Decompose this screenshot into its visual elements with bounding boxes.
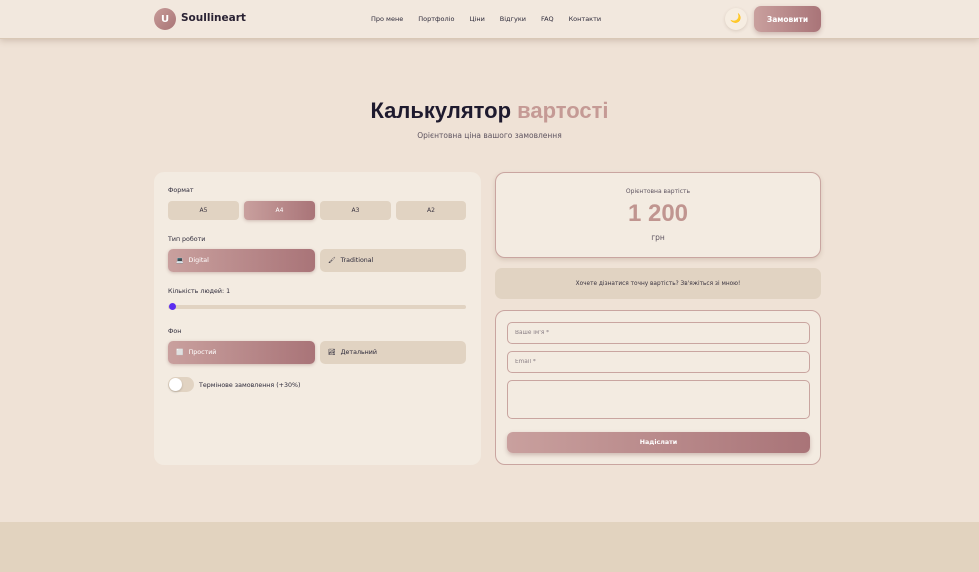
people-count-label: Кількість людей: 1 — [168, 288, 231, 295]
price-unit: грн — [651, 233, 665, 242]
logo-badge[interactable]: U — [154, 8, 176, 30]
people-slider-thumb[interactable] — [169, 303, 176, 310]
message-textarea[interactable] — [507, 380, 810, 419]
nav-link-prices[interactable]: Ціни — [469, 15, 484, 23]
urgent-toggle-knob — [169, 378, 182, 391]
calculator-panel: Формат А5 А4 А3 А2 Тип роботи 💻 Digital … — [154, 172, 481, 465]
people-slider-track[interactable] — [168, 305, 466, 309]
page-title: Калькулятор вартості — [0, 98, 979, 124]
footer-band — [0, 522, 979, 572]
urgent-label: Термінове замовлення (+30%) — [199, 382, 301, 389]
background-detailed[interactable]: 🏞 Детальний — [320, 341, 466, 364]
background-simple[interactable]: ⬜ Простий — [168, 341, 315, 364]
nav-link-portfolio[interactable]: Портфоліо — [418, 15, 454, 23]
theme-toggle-button[interactable]: 🌙 — [725, 8, 747, 30]
white-square-icon: ⬜ — [176, 349, 184, 356]
format-option-a2[interactable]: А2 — [396, 201, 466, 220]
submit-button[interactable]: Надіслати — [507, 432, 810, 453]
work-type-digital-label: Digital — [188, 257, 209, 264]
work-type-label: Тип роботи — [168, 236, 206, 243]
format-option-a5[interactable]: А5 — [168, 201, 239, 220]
name-input[interactable] — [507, 322, 810, 344]
brand-name[interactable]: Soullineart — [181, 12, 246, 24]
background-detailed-label: Детальний — [340, 349, 377, 356]
email-input[interactable] — [507, 351, 810, 373]
format-option-a4[interactable]: А4 — [244, 201, 315, 220]
laptop-icon: 💻 — [176, 257, 184, 264]
price-label: Орієнтовна вартість — [625, 188, 691, 195]
order-button[interactable]: Замовити — [754, 6, 821, 32]
nav-link-faq[interactable]: FAQ — [541, 15, 554, 23]
work-type-traditional-label: Traditional — [340, 257, 374, 264]
contact-form: Надіслати — [495, 310, 821, 465]
nav-link-contacts[interactable]: Контакти — [569, 15, 602, 23]
price-value: 1 200 — [627, 200, 689, 227]
nav-link-about[interactable]: Про мене — [371, 15, 403, 23]
format-label: Формат — [168, 187, 194, 194]
title-main: Калькулятор — [370, 98, 512, 123]
background-label: Фон — [168, 328, 182, 335]
work-type-traditional[interactable]: 🖌 Traditional — [320, 249, 466, 272]
urgent-toggle[interactable] — [168, 377, 194, 392]
landscape-icon: 🏞 — [328, 349, 336, 356]
price-card: Орієнтовна вартість 1 200 грн — [495, 172, 821, 258]
site-header: U Soullineart Про мене Портфоліо Ціни Ві… — [0, 0, 979, 39]
moon-icon: 🌙 — [730, 14, 742, 24]
nav-link-reviews[interactable]: Відгуки — [500, 15, 526, 23]
brush-icon: 🖌 — [328, 257, 336, 264]
exact-price-note: Хочете дізнатися точну вартість? Зв'яжіт… — [495, 268, 821, 299]
format-option-a3[interactable]: А3 — [320, 201, 391, 220]
main-nav: Про мене Портфоліо Ціни Відгуки FAQ Конт… — [371, 15, 616, 23]
page-subtitle: Орієнтовна ціна вашого замовлення — [417, 131, 562, 140]
background-simple-label: Простий — [188, 349, 217, 356]
title-accent: вартості — [517, 98, 609, 123]
work-type-digital[interactable]: 💻 Digital — [168, 249, 315, 272]
